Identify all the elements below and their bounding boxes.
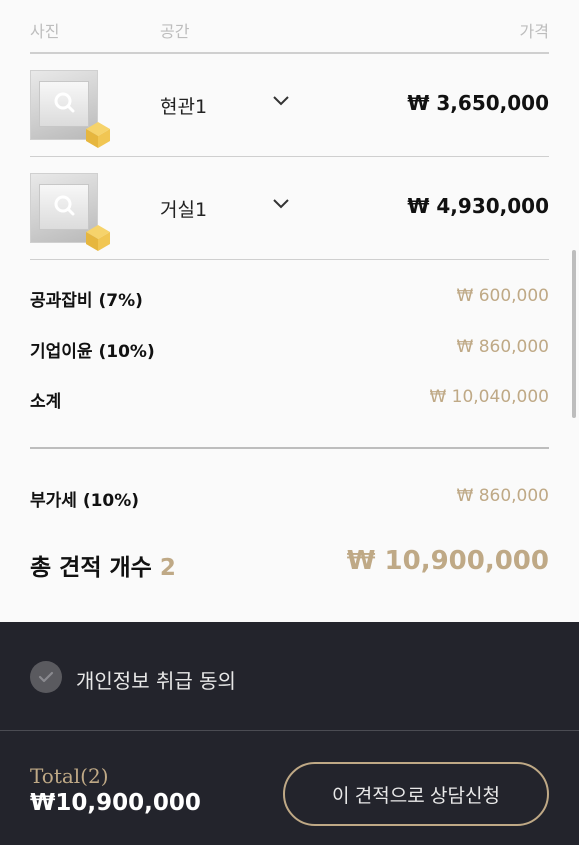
vat-value: ₩ 860,000 xyxy=(456,486,549,506)
summary-label: 공과잡비 (7%) xyxy=(30,291,143,311)
footer-total: Total(2) ₩10,900,000 xyxy=(30,764,201,816)
consent-checkbox[interactable] xyxy=(30,661,62,693)
summary-value: ₩ 10,040,000 xyxy=(429,387,549,407)
summary-label: 소계 xyxy=(30,392,62,412)
room-thumbnail[interactable] xyxy=(30,173,110,251)
summary-label: 기업이윤 (10%) xyxy=(30,342,155,362)
footer-total-label: Total(2) xyxy=(30,764,109,788)
summary-value: ₩ 860,000 xyxy=(456,337,549,357)
room-name: 거실1 xyxy=(160,199,208,221)
header-price: 가격 xyxy=(519,22,549,41)
bottom-panel: 개인정보 취급 동의 Total(2) ₩10,900,000 이 견적으로 상… xyxy=(0,622,579,845)
list-item: 현관1 ₩ 3,650,000 xyxy=(30,54,549,157)
estimate-count-label: 총 견적 개수 2 xyxy=(30,555,176,581)
room-thumbnail[interactable] xyxy=(30,70,110,148)
estimate-total-row: 총 견적 개수 2 ₩ 10,900,000 xyxy=(30,546,549,581)
vat-label: 부가세 (10%) xyxy=(30,491,140,511)
divider xyxy=(30,447,549,449)
header-space: 공간 xyxy=(160,22,190,41)
magnifier-icon xyxy=(54,92,75,113)
3d-cube-icon xyxy=(86,122,110,148)
3d-cube-icon xyxy=(86,225,110,251)
chevron-down-icon[interactable] xyxy=(272,94,290,108)
room-name: 현관1 xyxy=(160,96,208,118)
check-icon xyxy=(38,671,54,683)
consultation-request-button[interactable]: 이 견적으로 상담신청 xyxy=(283,762,549,826)
table-header: 사진 공간 가격 xyxy=(30,16,549,54)
header-photo: 사진 xyxy=(30,22,60,41)
room-price: ₩ 3,650,000 xyxy=(407,91,549,115)
list-item: 거실1 ₩ 4,930,000 xyxy=(30,157,549,260)
consent-label: 개인정보 취급 동의 xyxy=(76,669,236,693)
divider xyxy=(0,730,579,731)
footer-total-amount: ₩10,900,000 xyxy=(30,790,201,816)
estimate-count: 2 xyxy=(159,555,176,581)
magnifier-icon xyxy=(54,195,75,216)
summary-value: ₩ 600,000 xyxy=(456,286,549,306)
chevron-down-icon[interactable] xyxy=(272,197,290,211)
scrollbar[interactable] xyxy=(572,250,576,418)
estimate-total-value: ₩ 10,900,000 xyxy=(346,546,549,576)
room-price: ₩ 4,930,000 xyxy=(407,194,549,218)
